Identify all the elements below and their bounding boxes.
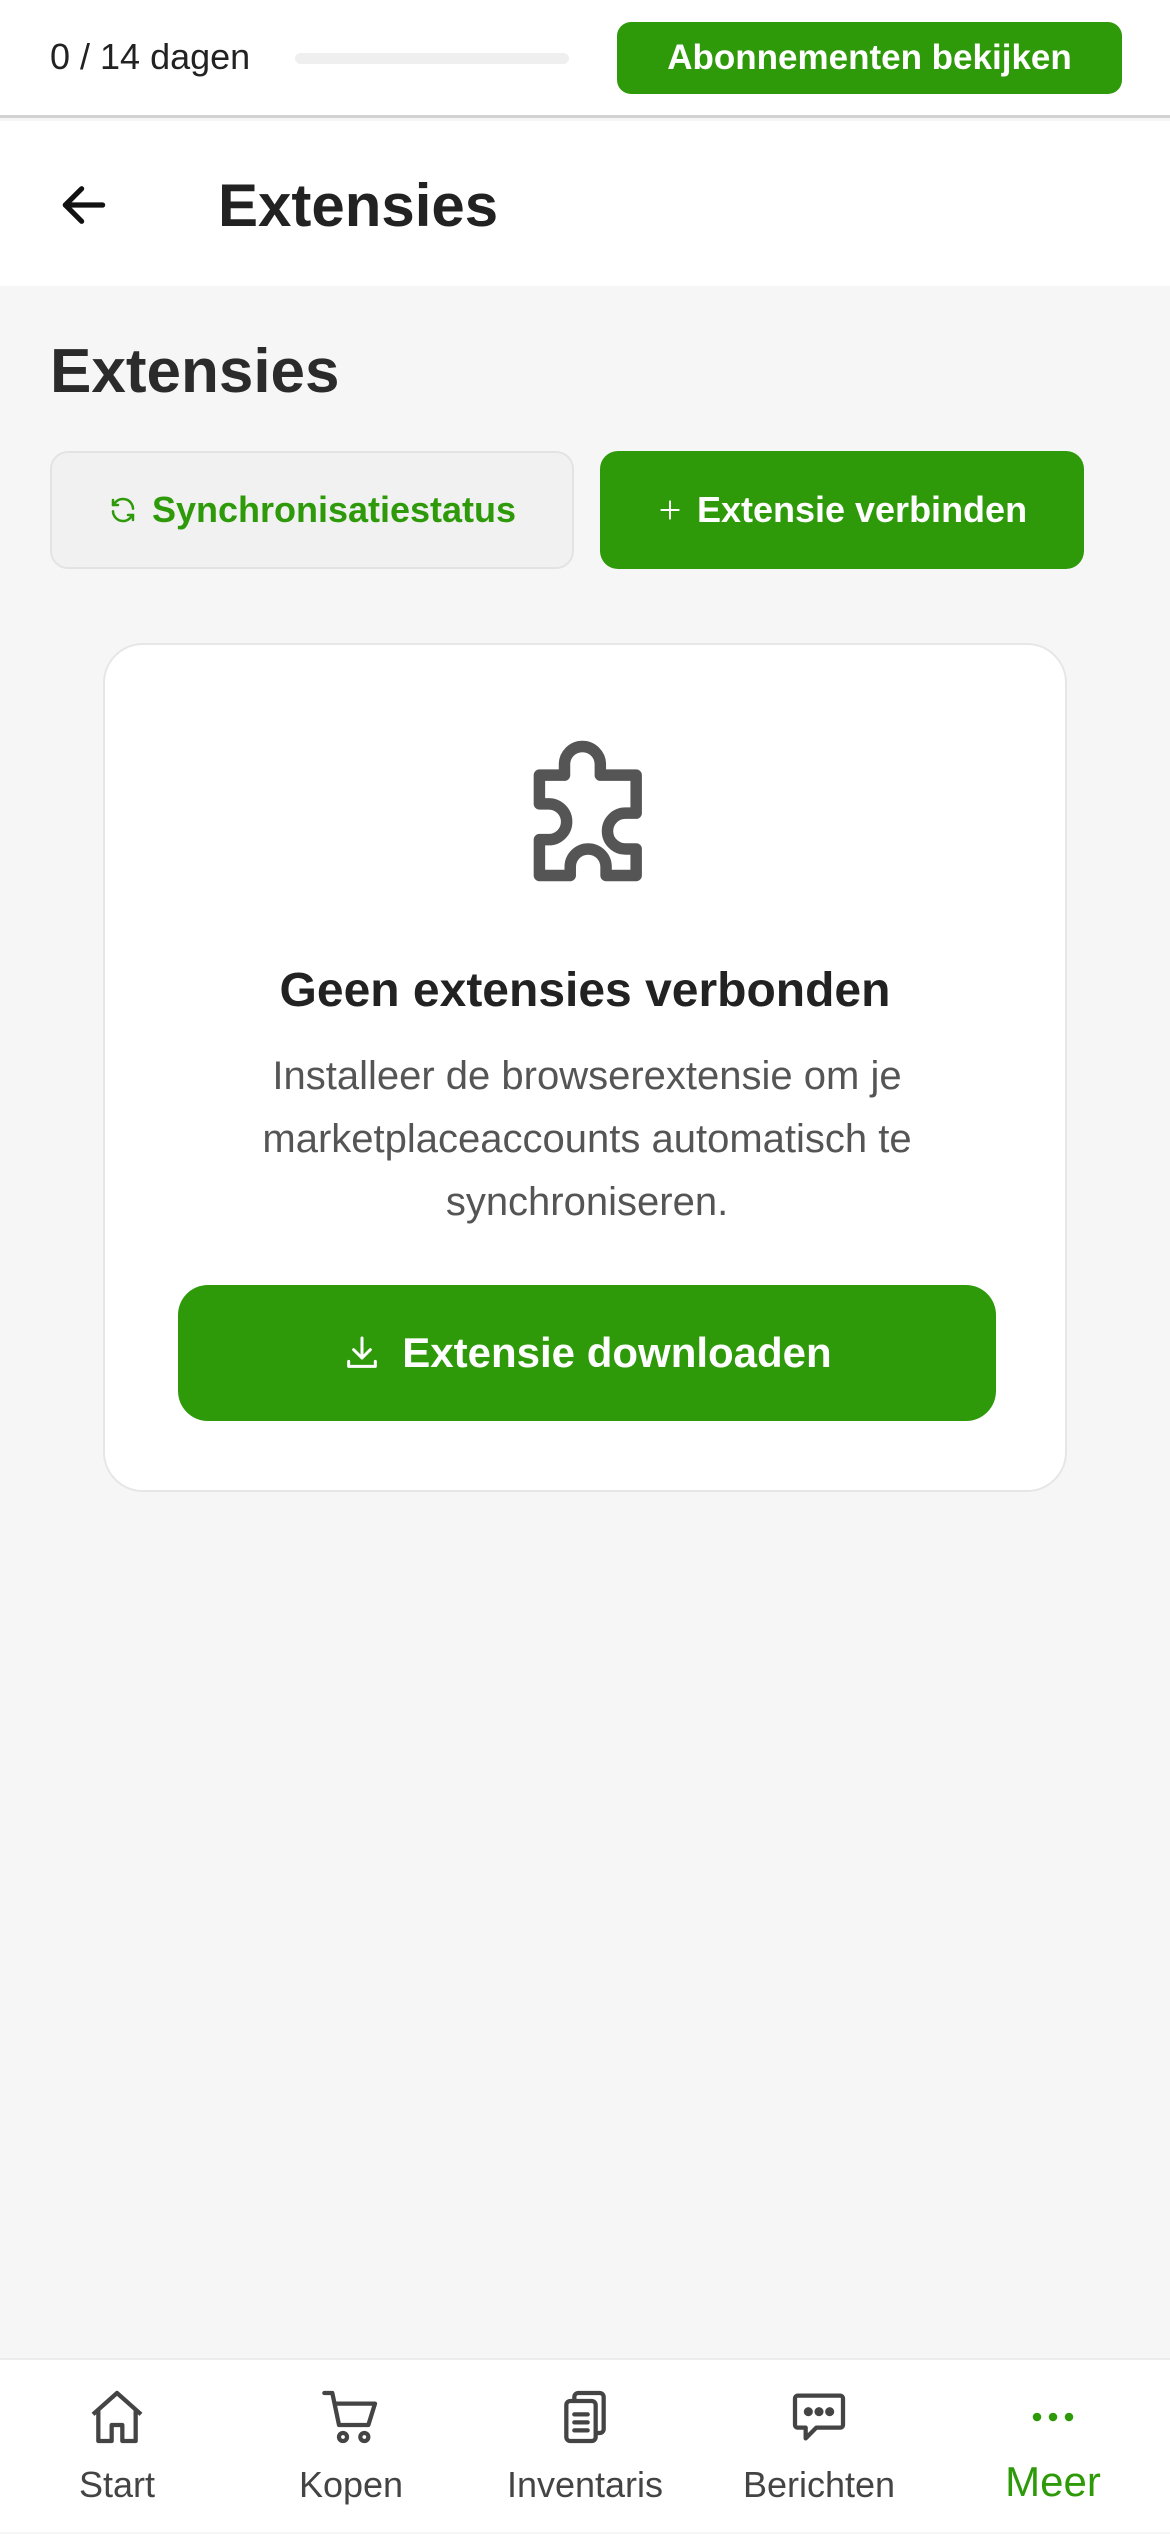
nav-item-berichten[interactable]: Berichten [702, 2360, 936, 2534]
nav-item-start[interactable]: Start [0, 2360, 234, 2534]
nav-label-berichten: Berichten [742, 2464, 896, 2505]
plus-icon [660, 500, 680, 520]
header-title: Extensies [218, 172, 499, 239]
nav-item-inventaris[interactable]: Inventaris [468, 2360, 702, 2534]
page-title: Extensies [50, 337, 340, 406]
empty-state-description: Installeer de browserextensie om je mark… [262, 1054, 912, 1224]
empty-state-card: Geen extensies verbonden Installeer de b… [103, 643, 1067, 1492]
sync-status-label: Synchronisatiestatus [151, 489, 517, 530]
back-button[interactable] [52, 173, 116, 237]
connect-extension-button[interactable]: Extensie verbinden [600, 451, 1084, 569]
nav-label-meer: Meer [1005, 2458, 1101, 2505]
download-extension-label: Extensie downloaden [402, 1329, 832, 1376]
nav-label-inventaris: Inventaris [506, 2464, 664, 2505]
download-icon [347, 1336, 378, 1368]
chat-icon [792, 2393, 846, 2441]
cart-icon [322, 2390, 378, 2444]
empty-state-title: Geen extensies verbonden [279, 964, 891, 1017]
arrow-left-icon [62, 186, 106, 224]
more-icon [1032, 2412, 1074, 2422]
bottom-navigation: Start Kopen Inventaris Berichten Meer [0, 2358, 1170, 2532]
nav-label-start: Start [78, 2464, 156, 2505]
nav-label-kopen: Kopen [298, 2464, 404, 2505]
trial-banner: 0 / 14 dagen Abonnementen bekijken [0, 0, 1170, 118]
view-subscriptions-button[interactable]: Abonnementen bekijken [617, 22, 1122, 94]
download-extension-button[interactable]: Extensie downloaden [178, 1285, 996, 1421]
clipboard-icon [564, 2390, 606, 2444]
nav-item-meer[interactable]: Meer [936, 2360, 1170, 2534]
home-icon [91, 2390, 143, 2444]
puzzle-icon [533, 740, 642, 882]
connect-extension-label: Extensie verbinden [696, 489, 1028, 530]
trial-progress-bar [295, 53, 569, 64]
app-header: Extensies [0, 121, 1170, 286]
trial-days-text: 0 / 14 dagen [50, 36, 251, 77]
sync-status-button[interactable]: Synchronisatiestatus [50, 451, 574, 569]
refresh-icon [111, 497, 135, 523]
nav-item-kopen[interactable]: Kopen [234, 2360, 468, 2534]
